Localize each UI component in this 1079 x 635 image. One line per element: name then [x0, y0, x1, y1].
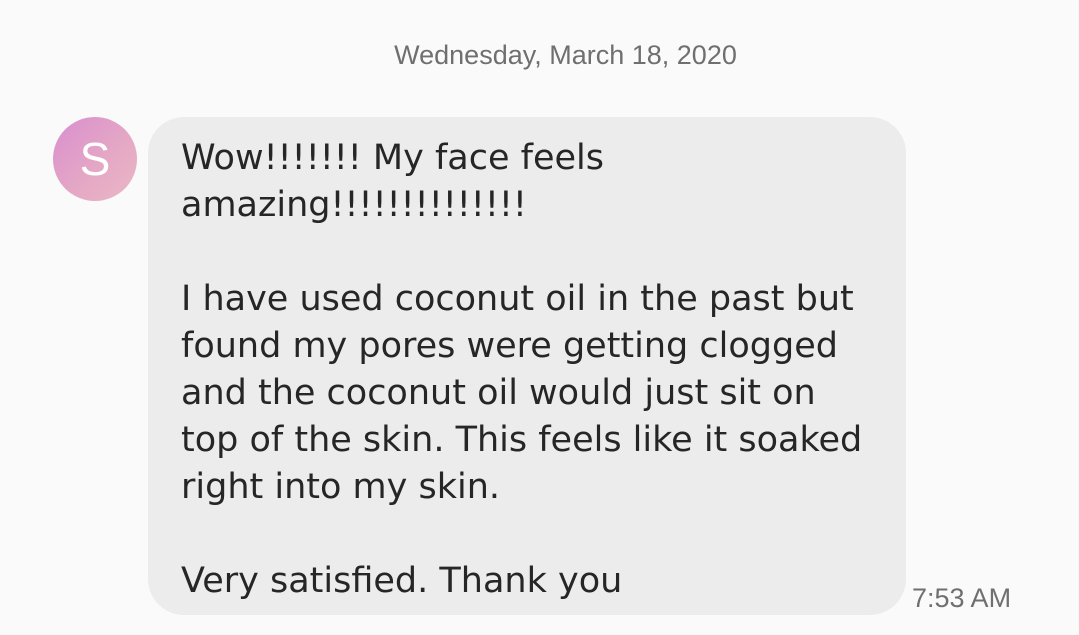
message-bubble[interactable]: Wow!!!!!!! My face feels amazing!!!!!!!!… [148, 117, 906, 615]
avatar-initial: S [79, 133, 111, 185]
date-header: Wednesday, March 18, 2020 [394, 40, 737, 70]
message-line: found my pores were getting clogged [181, 326, 838, 366]
message-line: and the coconut oil would just sit on [181, 373, 816, 413]
message-line: top of the skin. This feels like it soak… [181, 420, 863, 460]
message-line: amazing!!!!!!!!!!!!!! [181, 185, 527, 225]
message-line: Very satisfied. Thank you [181, 561, 623, 601]
message-line: I have used coconut oil in the past but [181, 279, 854, 319]
message-timestamp: 7:53 AM [912, 583, 1012, 613]
message-line: Wow!!!!!!! My face feels [181, 138, 604, 178]
sender-avatar[interactable]: S [53, 117, 137, 201]
message-line: right into my skin. [181, 467, 500, 507]
